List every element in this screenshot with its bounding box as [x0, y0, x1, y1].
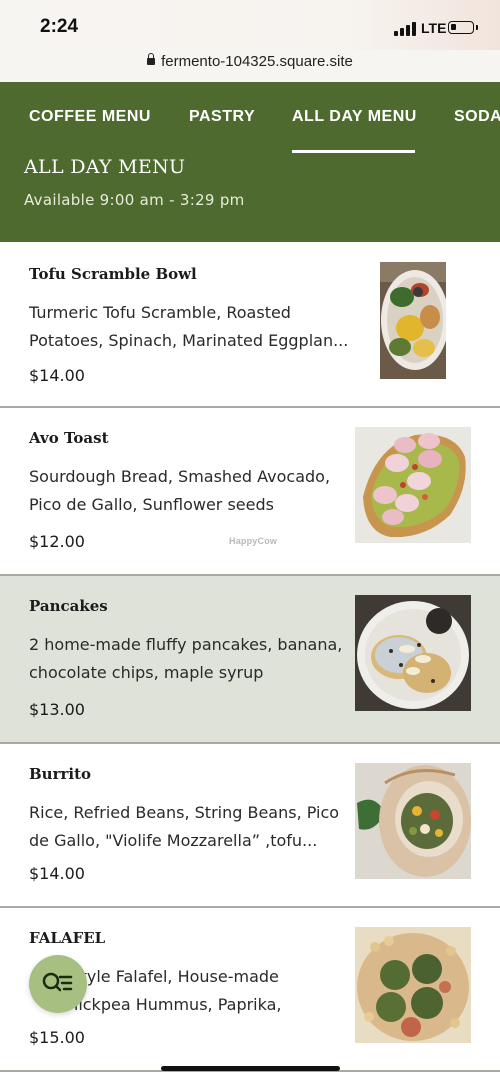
- happycow-watermark: HappyCow: [229, 536, 278, 546]
- menu-item-tofu-scramble-bowl[interactable]: Tofu Scramble Bowl Turmeric Tofu Scrambl…: [0, 242, 500, 408]
- section-availability: Available 9:00 am - 3:29 pm: [24, 191, 245, 209]
- item-price: $14.00: [29, 366, 85, 385]
- menu-item-burrito[interactable]: Burrito Rice, Refried Beans, String Bean…: [0, 744, 500, 908]
- item-name: Avo Toast: [29, 429, 109, 447]
- tab-all-day-menu[interactable]: ALL DAY MENU: [292, 108, 417, 126]
- pancakes-photo: [355, 595, 471, 711]
- item-price: $12.00: [29, 532, 85, 551]
- item-description: ...style Falafel, House-made Chickpea Hu…: [57, 967, 282, 1014]
- tofu-scramble-bowl-photo: [380, 262, 446, 379]
- falafel-photo: [355, 927, 471, 1043]
- item-name: Tofu Scramble Bowl: [29, 265, 197, 283]
- tab-pastry[interactable]: PASTRY: [189, 108, 255, 126]
- battery-icon: [448, 21, 478, 34]
- lock-icon: [147, 53, 156, 65]
- category-tabs: COFFEE MENU PASTRY ALL DAY MENU SODA: [0, 82, 500, 155]
- network-label: LTE: [421, 20, 447, 36]
- item-price: $13.00: [29, 700, 85, 719]
- home-indicator[interactable]: [161, 1066, 340, 1071]
- menu-item-pancakes[interactable]: Pancakes 2 home-made fluffy pancakes, ba…: [0, 576, 500, 744]
- tab-soda[interactable]: SODA: [454, 108, 500, 126]
- item-price: $15.00: [29, 1028, 85, 1047]
- active-tab-indicator: [292, 150, 415, 153]
- section-header: ALL DAY MENU Available 9:00 am - 3:29 pm: [0, 154, 500, 242]
- browser-url-bar[interactable]: fermento-104325.square.site: [0, 50, 500, 82]
- item-name: Pancakes: [29, 597, 108, 615]
- url-text: fermento-104325.square.site: [161, 53, 353, 70]
- item-description: Rice, Refried Beans, String Beans, Pico …: [29, 803, 340, 850]
- item-description: 2 home-made fluffy pancakes, banana, cho…: [29, 635, 343, 682]
- signal-icon: [394, 22, 416, 36]
- item-description: Turmeric Tofu Scramble, Roasted Potatoes…: [29, 303, 349, 350]
- section-title: ALL DAY MENU: [24, 156, 186, 178]
- item-price: $14.00: [29, 864, 85, 883]
- item-description: Sourdough Bread, Smashed Avocado, Pico d…: [29, 467, 331, 514]
- tab-coffee-menu[interactable]: COFFEE MENU: [29, 108, 151, 126]
- avo-toast-photo: [355, 427, 471, 543]
- burrito-photo: [355, 763, 471, 879]
- status-bar: 2:24 LTE: [0, 0, 500, 50]
- item-name: Burrito: [29, 765, 92, 783]
- item-name: FALAFEL: [29, 929, 106, 947]
- menu-item-avo-toast[interactable]: Avo Toast Sourdough Bread, Smashed Avoca…: [0, 408, 500, 576]
- status-time: 2:24: [40, 16, 79, 37]
- search-list-icon: [42, 972, 73, 992]
- search-menu-button[interactable]: [29, 955, 87, 1013]
